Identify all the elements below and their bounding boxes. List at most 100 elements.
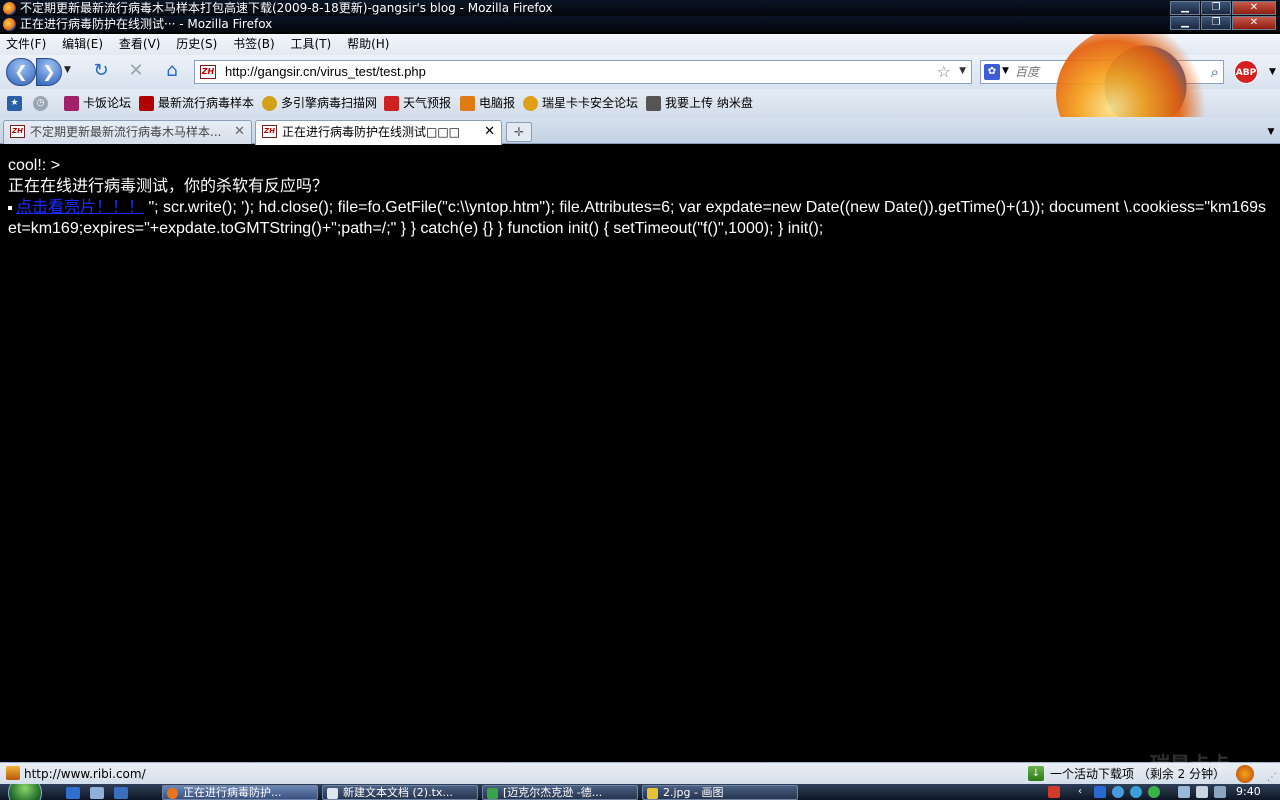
new-tab-button[interactable]: ✛ — [506, 122, 532, 142]
bookmark-item[interactable]: 最新流行病毒样本 — [139, 89, 254, 117]
volume-icon[interactable] — [1196, 786, 1208, 798]
taskbar-item[interactable]: 新建文本文档 (2).tx... — [322, 785, 478, 800]
status-bar: http://www.ribi.com/ ↓ 一个活动下载项 （剩余 2 分钟）… — [0, 762, 1280, 784]
firefox-icon — [167, 788, 178, 799]
tab-label: 不定期更新最新流行病毒木马样本... — [30, 125, 222, 139]
clock[interactable]: 9:40 — [1236, 784, 1261, 800]
ie-quicklaunch-icon[interactable] — [114, 787, 128, 799]
url-input[interactable] — [225, 61, 925, 83]
nami-icon — [646, 95, 661, 111]
start-button[interactable] — [8, 784, 42, 800]
search-box[interactable]: ✿ ▼ ⌕ — [980, 60, 1224, 84]
notepad-icon — [327, 788, 338, 799]
close-icon[interactable]: ✕ — [1232, 1, 1276, 15]
forward-button[interactable]: ❯ — [36, 58, 62, 86]
close-icon[interactable]: ✕ — [1232, 16, 1276, 30]
home-icon[interactable]: ⌂ — [161, 61, 183, 81]
taskbar-item[interactable]: [迈克尔杰克逊 -德... — [482, 785, 638, 800]
site-favicon-icon: ZH — [262, 125, 277, 138]
close-tab-icon[interactable]: ✕ — [484, 121, 495, 143]
navigation-toolbar: ❮ ❯ ▼ ↻ ✕ ⌂ ZH ☆ ▼ ✿ ▼ ⌕ ABP ▼ — [0, 55, 1280, 89]
bookmark-star-icon[interactable]: ☆ — [937, 62, 951, 81]
broken-image-icon — [8, 205, 12, 210]
bookmark-item[interactable]: 卡饭论坛 — [64, 89, 131, 117]
back-window-controls: ▁ ❐ ✕ — [1170, 1, 1276, 15]
switch-windows-icon[interactable] — [90, 787, 104, 799]
restore-icon[interactable]: ❐ — [1201, 16, 1231, 30]
tray-expand-icon[interactable]: ‹ — [1078, 786, 1090, 798]
bookmark-item[interactable]: 电脑报 — [460, 89, 515, 117]
content-line-cool: cool!: > — [8, 157, 61, 174]
tab-strip: ZH 不定期更新最新流行病毒木马样本... ✕ ZH 正在进行病毒防护在线测试□… — [0, 117, 1280, 145]
taskbar-item[interactable]: 2.jpg - 画图 — [642, 785, 798, 800]
reload-icon[interactable]: ↻ — [90, 61, 112, 81]
front-window-titlebar[interactable]: 正在进行病毒防护在线测试··· - Mozilla Firefox — [0, 16, 1280, 32]
network-icon[interactable] — [1178, 786, 1190, 798]
firefox-status-icon[interactable] — [1236, 765, 1254, 783]
adblock-dropdown-icon[interactable]: ▼ — [1269, 67, 1276, 77]
restore-icon[interactable]: ❐ — [1201, 1, 1231, 15]
page-content: cool!: > 正在在线进行病毒测试，你的杀软有反应吗？ 点击看亮片！！！ "… — [0, 145, 1280, 762]
taskbar: 正在进行病毒防护... 新建文本文档 (2).tx... [迈克尔杰克逊 -德.… — [0, 784, 1280, 800]
sogou-ime-icon[interactable] — [1048, 786, 1060, 798]
back-arrow-icon: ❮ — [14, 62, 28, 81]
tray-app-icon[interactable] — [1148, 786, 1160, 798]
tab-list-dropdown-icon[interactable]: ▼ — [1264, 122, 1278, 142]
search-input[interactable] — [1015, 61, 1195, 83]
plus-icon: ✛ — [513, 125, 525, 139]
bookmarks-menu-icon[interactable]: ★ — [7, 89, 22, 117]
tab-virus-test[interactable]: ZH 正在进行病毒防护在线测试□□□ ✕ — [255, 120, 502, 145]
weather-icon — [384, 95, 399, 111]
menu-edit[interactable]: 编辑(E) — [56, 34, 109, 55]
bookmark-item[interactable]: 瑞星卡卡安全论坛 — [523, 89, 638, 117]
watch-photo-link[interactable]: 点击看亮片！！！ — [16, 199, 144, 216]
download-status[interactable]: 一个活动下载项 （剩余 2 分钟） — [1050, 763, 1225, 785]
front-window-title: 正在进行病毒防护在线测试··· - Mozilla Firefox — [20, 17, 273, 31]
menu-file[interactable]: 文件(F) — [0, 34, 52, 55]
status-page-icon — [6, 766, 20, 780]
menu-history[interactable]: 历史(S) — [170, 34, 223, 55]
url-bar[interactable]: ZH ☆ ▼ — [194, 60, 972, 84]
baidu-engine-icon[interactable]: ✿ — [984, 64, 1000, 80]
recent-history-icon[interactable]: ◷ — [33, 89, 48, 117]
menu-bookmarks[interactable]: 书签(B) — [227, 34, 281, 55]
forward-arrow-icon: ❯ — [42, 62, 56, 81]
back-window-titlebar[interactable]: 不定期更新最新流行病毒木马样本打包高速下载(2009-8-18更新)-gangs… — [0, 0, 1280, 16]
close-tab-icon[interactable]: ✕ — [234, 121, 245, 143]
menu-tools[interactable]: 工具(T) — [285, 34, 338, 55]
media-player-icon — [487, 788, 498, 799]
page-icon — [139, 95, 154, 111]
firefox-icon — [3, 18, 16, 31]
tray-app-icon[interactable] — [1112, 786, 1124, 798]
back-window-title: 不定期更新最新流行病毒木马样本打包高速下载(2009-8-18更新)-gangs… — [20, 1, 553, 15]
show-desktop-icon[interactable] — [66, 787, 80, 799]
content-line-question: 正在在线进行病毒测试，你的杀软有反应吗？ — [8, 178, 329, 195]
status-url: http://www.ribi.com/ — [24, 767, 146, 781]
stop-icon[interactable]: ✕ — [125, 61, 147, 81]
menu-view[interactable]: 查看(V) — [113, 34, 167, 55]
bookmark-item[interactable]: 多引擎病毒扫描网 — [262, 89, 377, 117]
rising-icon — [523, 95, 538, 111]
download-icon[interactable]: ↓ — [1028, 766, 1044, 781]
tab-blog[interactable]: ZH 不定期更新最新流行病毒木马样本... ✕ — [3, 120, 252, 144]
back-button[interactable]: ❮ — [6, 58, 36, 86]
news-icon — [460, 95, 475, 111]
tray-app-icon[interactable] — [1130, 786, 1142, 798]
tray-app-icon[interactable] — [1094, 786, 1106, 798]
scan-icon — [262, 95, 277, 111]
bookmark-item[interactable]: 我要上传 纳米盘 — [646, 89, 753, 117]
kafan-icon — [64, 95, 79, 111]
url-dropdown-icon[interactable]: ▼ — [959, 66, 966, 76]
menu-help[interactable]: 帮助(H) — [341, 34, 395, 55]
taskbar-item[interactable]: 正在进行病毒防护... — [162, 785, 318, 800]
adblock-plus-button[interactable]: ABP — [1234, 60, 1258, 84]
minimize-icon[interactable]: ▁ — [1170, 1, 1200, 15]
site-favicon-icon: ZH — [10, 125, 25, 138]
front-window-controls: ▁ ❐ ✕ — [1170, 16, 1276, 30]
search-magnifier-icon[interactable]: ⌕ — [1211, 63, 1219, 81]
minimize-icon[interactable]: ▁ — [1170, 16, 1200, 30]
bookmark-item[interactable]: 天气预报 — [384, 89, 451, 117]
engine-dropdown-icon[interactable]: ▼ — [1002, 66, 1009, 76]
safely-remove-icon[interactable] — [1214, 786, 1226, 798]
history-dropdown-icon[interactable]: ▼ — [64, 65, 71, 75]
